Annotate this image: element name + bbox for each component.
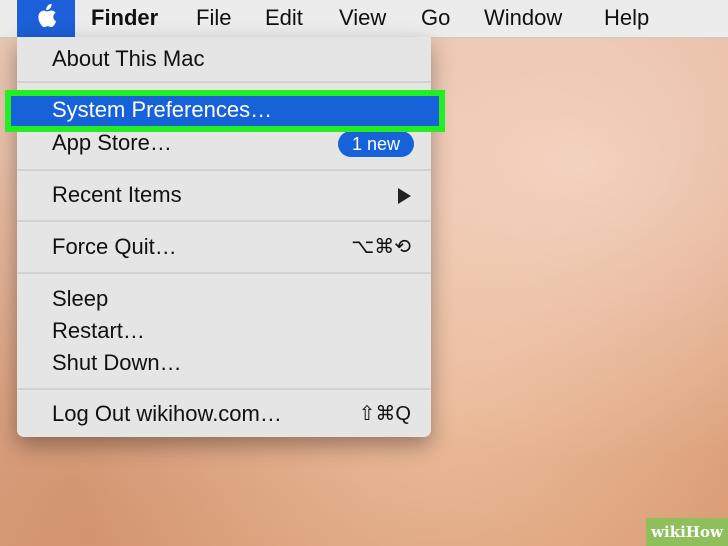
menu-item-label: System Preferences…: [52, 97, 273, 122]
menu-item-force-quit[interactable]: Force Quit… ⌥⌘⟲: [17, 231, 431, 263]
menu-view[interactable]: View: [339, 5, 386, 31]
menu-item-restart[interactable]: Restart…: [17, 315, 431, 347]
keyboard-shortcut: ⌥⌘⟲: [351, 236, 411, 258]
apple-logo-icon: [35, 3, 57, 34]
keyboard-shortcut: ⇧⌘Q: [358, 403, 411, 425]
submenu-arrow-icon: [398, 188, 411, 204]
wikihow-watermark: wikiHow: [646, 518, 728, 546]
menu-separator: [17, 81, 431, 83]
menu-finder[interactable]: Finder: [91, 5, 158, 31]
apple-menu-button[interactable]: [17, 0, 75, 37]
menu-item-label: Force Quit…: [52, 234, 177, 259]
menu-item-label: About This Mac: [52, 46, 205, 71]
menu-separator: [17, 220, 431, 222]
menu-item-label: Log Out wikihow.com…: [52, 401, 282, 426]
menu-item-label: Recent Items: [52, 182, 182, 207]
menu-help[interactable]: Help: [604, 5, 649, 31]
update-count-badge: 1 new: [337, 131, 414, 157]
menu-item-label: Sleep: [52, 286, 109, 311]
menu-item-about-this-mac[interactable]: About This Mac: [17, 43, 431, 75]
menu-go[interactable]: Go: [421, 5, 450, 31]
menu-file[interactable]: File: [196, 5, 231, 31]
menu-item-recent-items[interactable]: Recent Items: [17, 179, 431, 211]
menu-bar: Finder File Edit View Go Window Help: [0, 0, 728, 38]
menu-separator: [17, 272, 431, 274]
menu-item-system-preferences[interactable]: System Preferences…: [5, 90, 445, 132]
menu-item-log-out[interactable]: Log Out wikihow.com… ⇧⌘Q: [17, 398, 431, 430]
apple-dropdown-menu: About This Mac App Store… 1 new System P…: [5, 37, 445, 437]
menu-edit[interactable]: Edit: [265, 5, 303, 31]
menu-window[interactable]: Window: [484, 5, 562, 31]
menu-item-shut-down[interactable]: Shut Down…: [17, 347, 431, 379]
menu-item-sleep[interactable]: Sleep: [17, 283, 431, 315]
menu-item-label: Shut Down…: [52, 350, 182, 375]
menu-item-label: Restart…: [52, 318, 145, 343]
menu-separator: [17, 169, 431, 171]
menu-separator: [17, 388, 431, 390]
